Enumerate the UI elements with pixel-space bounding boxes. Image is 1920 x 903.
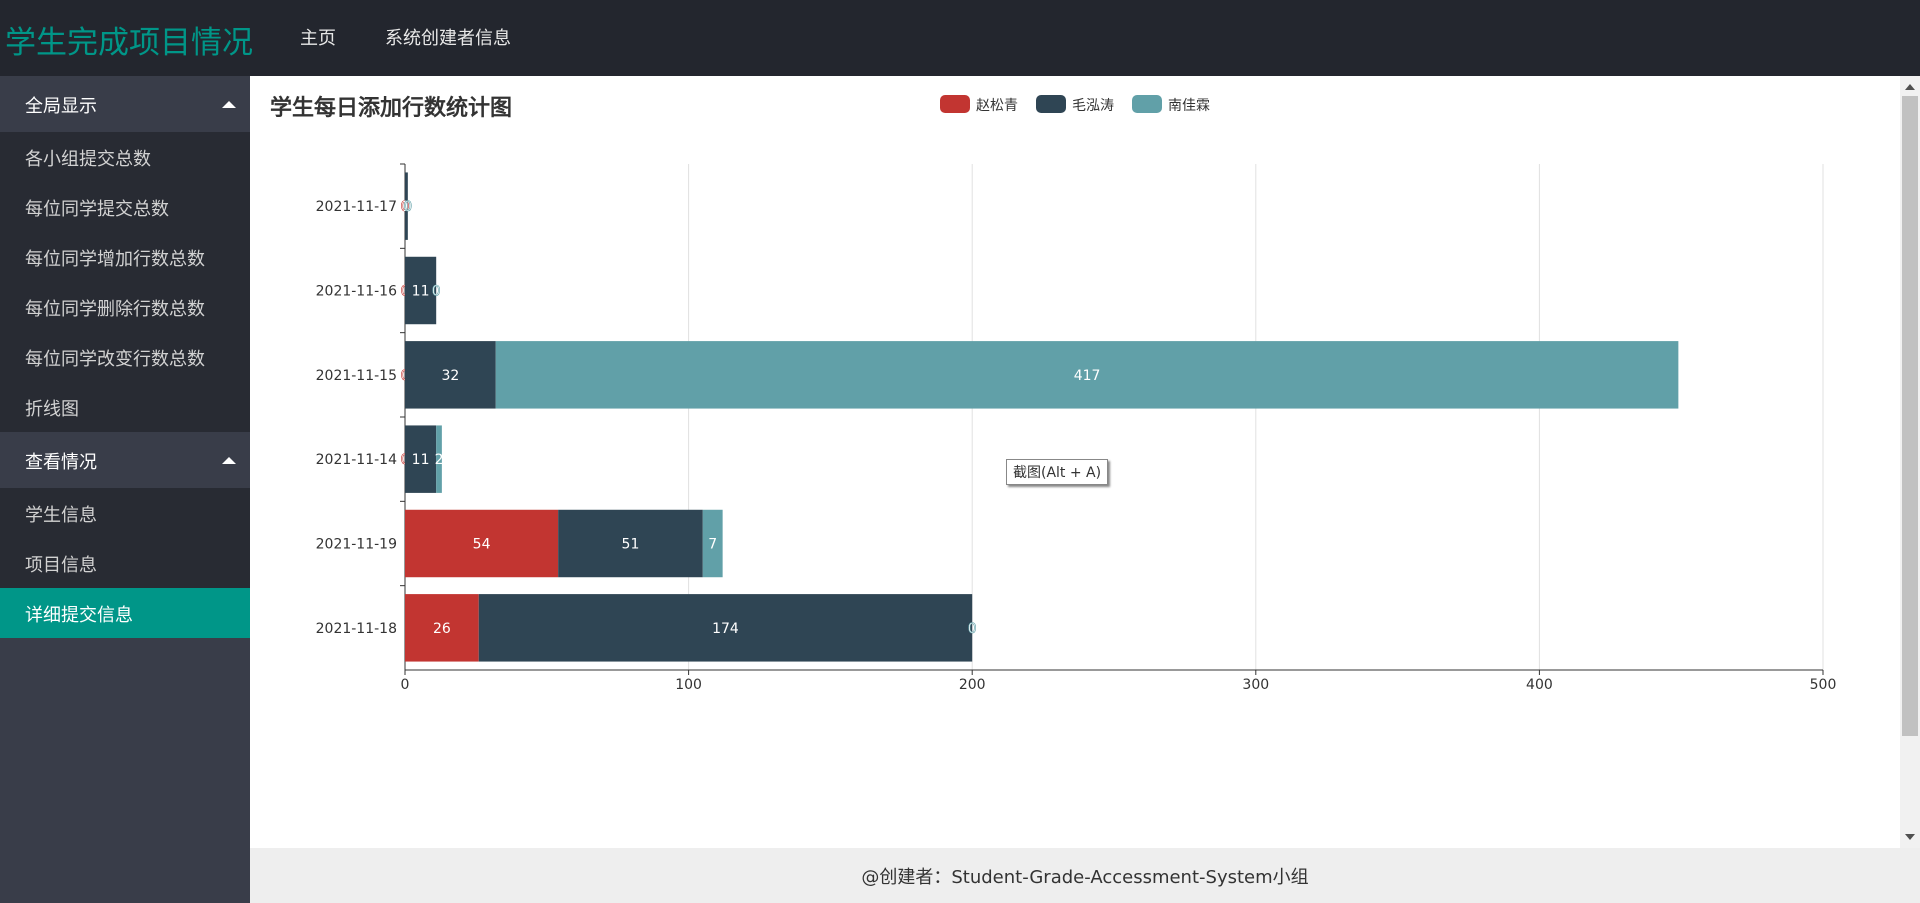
y-category-label: 2021-11-14 bbox=[316, 452, 397, 468]
sidebar-item-commit-details[interactable]: 详细提交信息 bbox=[0, 588, 250, 638]
x-tick-label: 300 bbox=[1242, 677, 1269, 693]
x-tick-label: 200 bbox=[959, 677, 986, 693]
sidebar-group-global[interactable]: 全局显示 bbox=[0, 76, 250, 132]
x-tick-label: 500 bbox=[1810, 677, 1837, 693]
y-category-label: 2021-11-16 bbox=[316, 284, 397, 300]
bar-data-label: 54 bbox=[473, 537, 491, 553]
bar-data-label: 417 bbox=[1074, 368, 1101, 384]
y-category-label: 2021-11-15 bbox=[316, 368, 397, 384]
scroll-up-arrow-icon[interactable] bbox=[1905, 84, 1915, 90]
sidebar-item-student-commits[interactable]: 每位同学提交总数 bbox=[0, 182, 250, 232]
bar-data-label: 0 bbox=[968, 621, 977, 637]
bar-data-label: 174 bbox=[712, 621, 739, 637]
bar-data-label: 26 bbox=[433, 621, 451, 637]
app-title[interactable]: 学生完成项目情况 bbox=[5, 17, 253, 62]
x-tick-label: 400 bbox=[1526, 677, 1553, 693]
sidebar-group-view[interactable]: 查看情况 bbox=[0, 432, 250, 488]
nav-home[interactable]: 主页 bbox=[300, 24, 336, 50]
sidebar-item-student-info[interactable]: 学生信息 bbox=[0, 488, 250, 538]
sidebar-item-lines-changed[interactable]: 每位同学改变行数总数 bbox=[0, 332, 250, 382]
sidebar: 全局显示 各小组提交总数 每位同学提交总数 每位同学增加行数总数 每位同学删除行… bbox=[0, 76, 250, 903]
footer: @创建者：Student-Grade-Accessment-System小组 bbox=[250, 848, 1920, 903]
x-tick-label: 100 bbox=[675, 677, 702, 693]
bar-data-label: 11 bbox=[412, 284, 430, 300]
sidebar-item-lines-added[interactable]: 每位同学增加行数总数 bbox=[0, 232, 250, 282]
bar-data-label: 32 bbox=[441, 368, 459, 384]
bar-data-label: 11 bbox=[412, 452, 430, 468]
bar-data-label: 0 bbox=[403, 199, 412, 215]
sidebar-item-line-chart[interactable]: 折线图 bbox=[0, 382, 250, 432]
top-navbar: 学生完成项目情况 主页 系统创建者信息 bbox=[0, 0, 1920, 76]
scrollbar-thumb[interactable] bbox=[1902, 96, 1918, 736]
bar-data-label: 51 bbox=[622, 537, 640, 553]
bar-data-label: 0 bbox=[432, 284, 441, 300]
sidebar-group-label: 查看情况 bbox=[25, 452, 97, 473]
caret-up-icon bbox=[222, 457, 236, 464]
x-tick-label: 0 bbox=[401, 677, 410, 693]
sidebar-item-group-commits[interactable]: 各小组提交总数 bbox=[0, 132, 250, 182]
caret-up-icon bbox=[222, 101, 236, 108]
main-content: 学生每日添加行数统计图 赵松青 毛泓涛 南佳霖 0 100 200 300 400 500… bbox=[250, 76, 1900, 848]
sidebar-group-label: 全局显示 bbox=[25, 96, 97, 117]
scroll-down-arrow-icon[interactable] bbox=[1905, 834, 1915, 840]
vertical-scrollbar[interactable] bbox=[1900, 76, 1920, 848]
bar-data-label: 7 bbox=[708, 537, 717, 553]
y-category-label: 2021-11-19 bbox=[316, 537, 397, 553]
sidebar-item-project-info[interactable]: 项目信息 bbox=[0, 538, 250, 588]
nav-creator-info[interactable]: 系统创建者信息 bbox=[385, 24, 511, 50]
screenshot-tooltip: 截图(Alt + A) bbox=[1006, 459, 1109, 485]
sidebar-item-lines-deleted[interactable]: 每位同学删除行数总数 bbox=[0, 282, 250, 332]
y-category-label: 2021-11-17 bbox=[316, 199, 397, 215]
y-category-label: 2021-11-18 bbox=[316, 621, 397, 637]
bar-data-label: 2 bbox=[435, 452, 444, 468]
